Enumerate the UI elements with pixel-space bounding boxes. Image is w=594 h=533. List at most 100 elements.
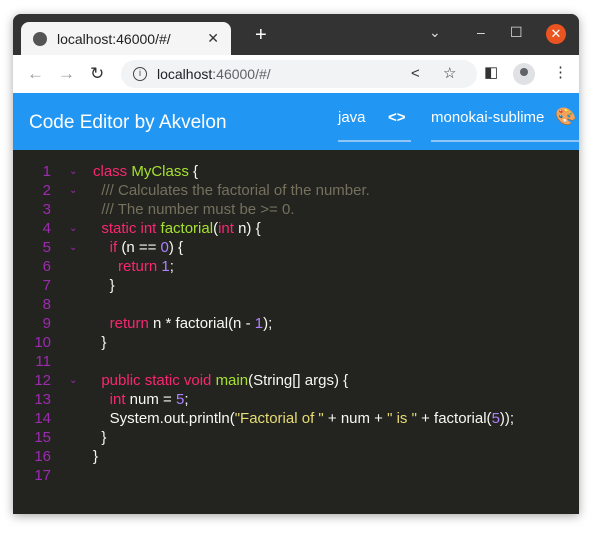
line-number: 12 [34, 372, 51, 389]
token-tx: (String[] args) { [248, 372, 349, 389]
token-num: 1 [161, 258, 170, 275]
code-text: } [93, 447, 98, 466]
code-line[interactable]: 5 ⌄ if (n == 0) { [13, 238, 579, 257]
code-text: return 1; [93, 257, 174, 276]
token-fn: factorial [160, 220, 214, 237]
token-num: 0 [160, 239, 169, 256]
code-text: } [93, 276, 115, 295]
line-number: 7 [42, 277, 51, 294]
bookmark-star-icon[interactable]: ☆ [443, 64, 456, 82]
line-number: 4 [42, 220, 51, 237]
close-tab-icon[interactable]: ✕ [207, 30, 219, 47]
code-text: static int factorial(int n) { [93, 219, 261, 238]
token-tx: System.out.println( [93, 410, 235, 427]
token-tx: } [93, 448, 99, 465]
fold-chevron-icon[interactable]: ⌄ [69, 238, 77, 257]
token-num: 5 [491, 410, 500, 427]
token-tx: n * factorial(n - [148, 315, 255, 332]
palette-icon: 🎨 [555, 107, 577, 126]
line-number: 10 [34, 334, 51, 351]
reload-button[interactable]: ↻ [90, 64, 104, 84]
line-number: 1 [42, 163, 51, 180]
line-number: 16 [34, 448, 51, 465]
code-line[interactable]: 9 return n * factorial(n - 1); [13, 314, 579, 333]
token-cm: /// Calculates the factorial of the numb… [93, 182, 370, 199]
code-line[interactable]: 17 [13, 466, 579, 485]
back-button[interactable]: ← [27, 64, 44, 84]
token-fn: MyClass [131, 163, 189, 180]
app-header: Code Editor by Akvelon java <> monokai-s… [13, 93, 579, 150]
line-number: 5 [42, 239, 51, 256]
side-panel-icon[interactable]: ◧ [484, 63, 498, 81]
theme-value: monokai-sublime [431, 109, 545, 126]
line-number: 17 [34, 467, 51, 484]
fold-chevron-icon[interactable]: ⌄ [69, 181, 77, 200]
token-str: " is " [387, 410, 417, 427]
token-tx: n) { [233, 220, 261, 237]
theme-select[interactable]: monokai-sublime 🎨 [431, 107, 579, 142]
profile-avatar[interactable] [513, 63, 535, 85]
new-tab-button[interactable]: + [255, 24, 267, 47]
code-line[interactable]: 13 int num = 5; [13, 390, 579, 409]
code-text: public static void main(String[] args) { [93, 371, 348, 390]
token-tx: ); [263, 315, 273, 332]
code-line[interactable]: 8 [13, 295, 579, 314]
code-text: if (n == 0) { [93, 238, 183, 257]
token-tx: )); [499, 410, 515, 427]
code-line[interactable]: 16} [13, 447, 579, 466]
code-text: class MyClass { [93, 162, 198, 181]
browser-window: localhost:46000/#/ ✕ + ⌄ – ☐ ✕ ← → ↻ i l… [13, 14, 579, 514]
line-number: 9 [42, 315, 51, 332]
code-text: System.out.println("Factorial of " + num… [93, 409, 514, 428]
fold-chevron-icon[interactable]: ⌄ [69, 371, 77, 390]
token-tx: ) { [168, 239, 184, 256]
minimize-button[interactable]: – [477, 24, 485, 40]
code-line[interactable]: 3 /// The number must be >= 0. [13, 200, 579, 219]
token-tx: + factorial( [416, 410, 492, 427]
globe-icon [33, 31, 47, 46]
tab-title: localhost:46000/#/ [57, 30, 171, 47]
code-line[interactable]: 7 } [13, 276, 579, 295]
app-title: Code Editor by Akvelon [29, 112, 227, 133]
close-window-button[interactable]: ✕ [546, 24, 566, 44]
code-line[interactable]: 10 } [13, 333, 579, 352]
code-line[interactable]: 12 ⌄ public static void main(String[] arg… [13, 371, 579, 390]
code-line[interactable]: 14 System.out.println("Factorial of " + … [13, 409, 579, 428]
code-line[interactable]: 6 return 1; [13, 257, 579, 276]
code-line[interactable]: 15 } [13, 428, 579, 447]
fold-chevron-icon[interactable]: ⌄ [69, 162, 77, 181]
url-path: :46000/#/ [212, 66, 271, 82]
language-select[interactable]: java <> [338, 109, 411, 142]
code-text: } [93, 333, 106, 352]
code-text: /// Calculates the factorial of the numb… [93, 181, 370, 200]
code-line[interactable]: 1 ⌄ class MyClass { [13, 162, 579, 181]
line-number: 3 [42, 201, 51, 218]
address-bar[interactable]: i localhost:46000/#/ < ☆ [121, 60, 477, 88]
token-kw: int [93, 391, 126, 408]
token-fn: main [215, 372, 249, 389]
code-line[interactable]: 4 ⌄ static int factorial(int n) { [13, 219, 579, 238]
code-text: return n * factorial(n - 1); [93, 314, 273, 333]
line-number: 11 [35, 353, 51, 370]
code-line[interactable]: 11 [13, 352, 579, 371]
token-tx: (n == [117, 239, 161, 256]
code-editor[interactable]: 1 ⌄ class MyClass { 2 ⌄ /// Calculates the f… [13, 150, 579, 514]
token-tx: } [93, 429, 107, 446]
token-kw: static int [93, 220, 161, 237]
code-line[interactable]: 2 ⌄ /// Calculates the factorial of the n… [13, 181, 579, 200]
share-icon[interactable]: < [411, 65, 420, 82]
language-value: java [338, 109, 366, 126]
line-number: 2 [42, 182, 51, 199]
tab-search-chevron-icon[interactable]: ⌄ [429, 24, 441, 41]
info-icon[interactable]: i [133, 67, 147, 81]
token-tx: } [93, 334, 107, 351]
line-number: 8 [42, 296, 51, 313]
browser-tab[interactable]: localhost:46000/#/ ✕ [21, 22, 231, 55]
maximize-button[interactable]: ☐ [510, 24, 523, 41]
url-host: localhost [157, 66, 213, 82]
menu-icon[interactable]: ⋮ [553, 63, 568, 81]
token-tx: } [93, 277, 115, 294]
forward-button[interactable]: → [58, 64, 75, 84]
token-kw: public static void [93, 372, 216, 389]
fold-chevron-icon[interactable]: ⌄ [69, 219, 77, 238]
